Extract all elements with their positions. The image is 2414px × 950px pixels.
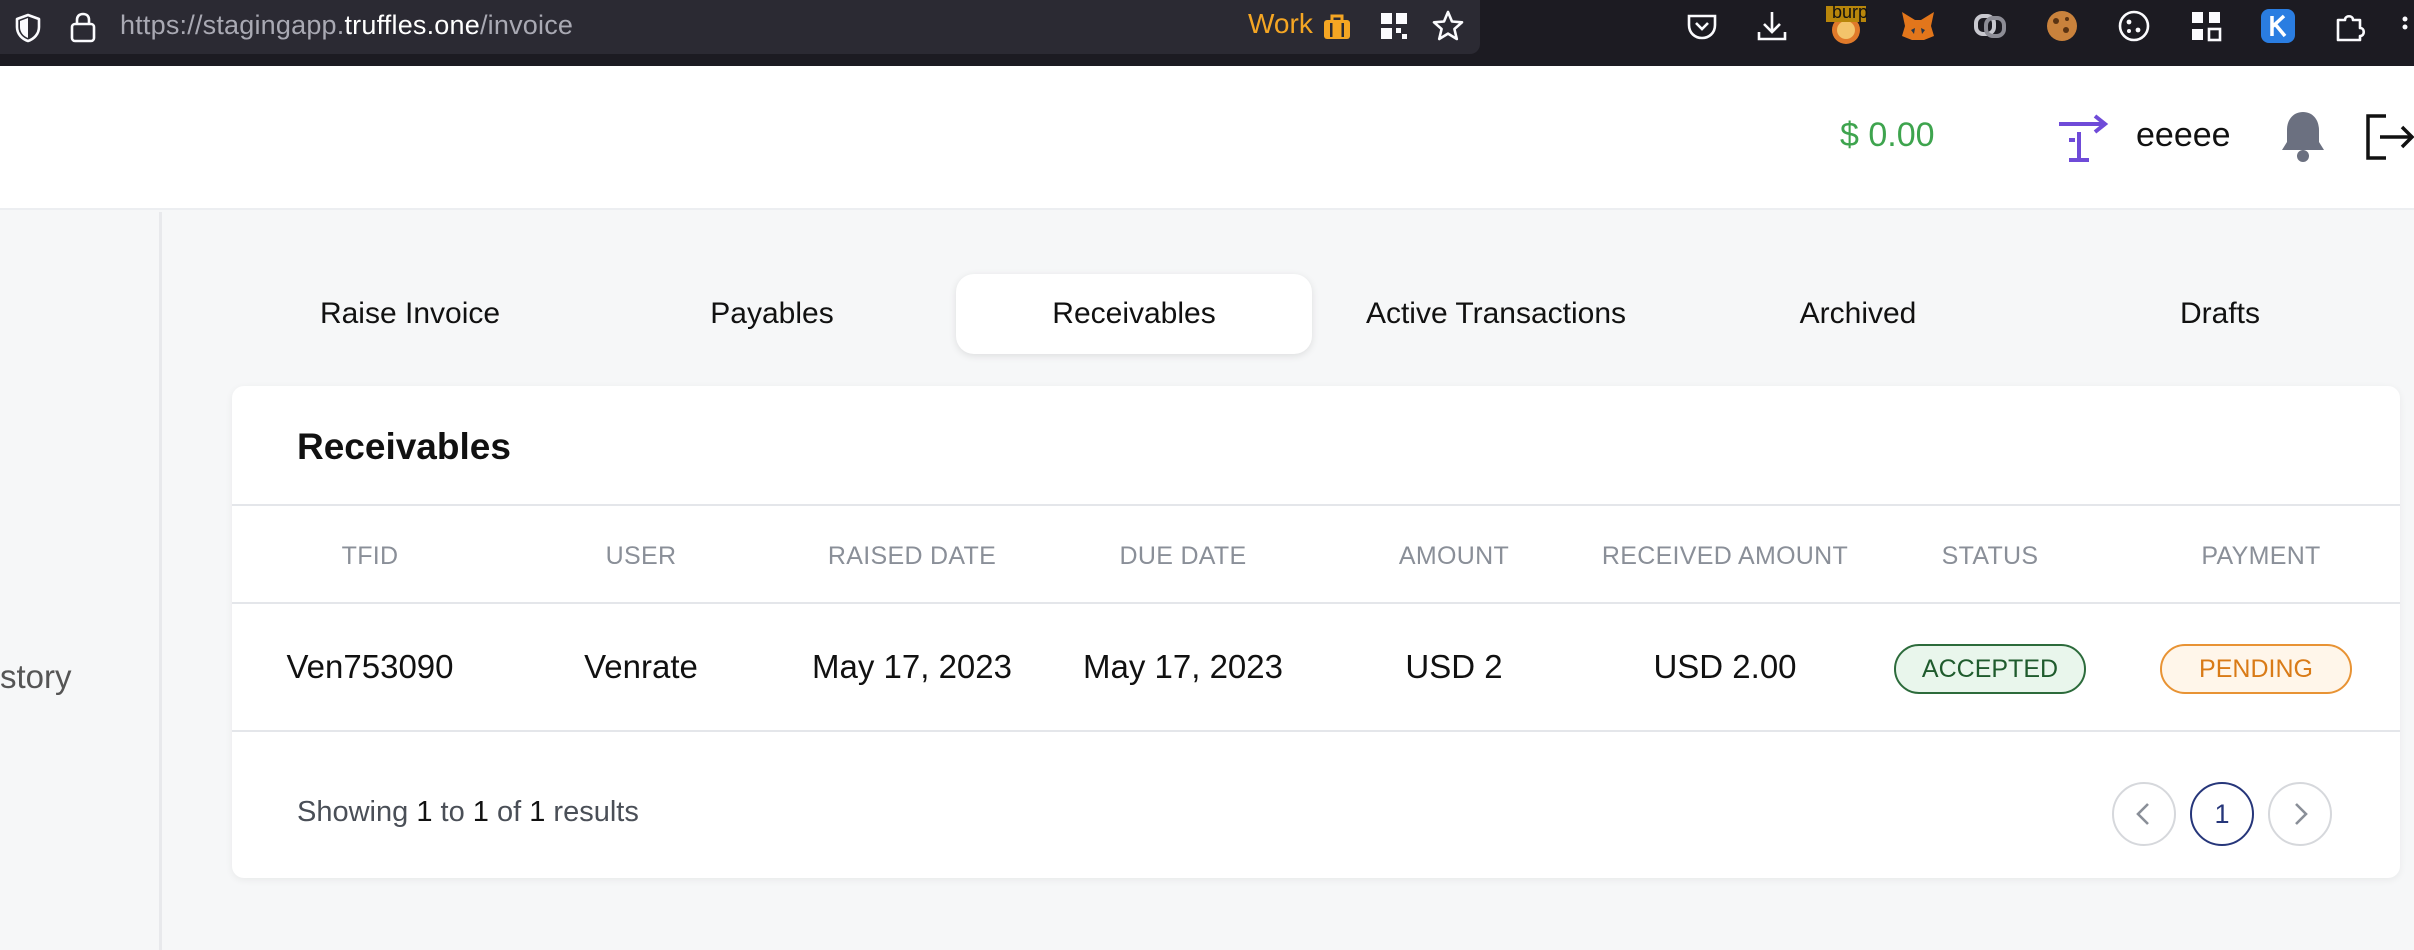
container-label[interactable]: Work xyxy=(1248,8,1313,40)
shield-icon[interactable] xyxy=(12,12,44,44)
cell-tfid: Ven753090 xyxy=(286,648,454,685)
url-path: /invoice xyxy=(479,10,574,40)
payment-status-badge: PENDING xyxy=(2160,644,2352,694)
column-header-received-amount: RECEIVED AMOUNT xyxy=(1601,542,1849,570)
column-header-user: USER xyxy=(605,542,677,570)
metamask-fox-icon[interactable] xyxy=(1898,6,1938,46)
cell-received-amount: USD 2.00 xyxy=(1653,648,1797,685)
column-header-amount: AMOUNT xyxy=(1398,542,1510,570)
download-icon[interactable] xyxy=(1752,6,1792,46)
tab-drafts[interactable]: Drafts xyxy=(2042,274,2398,354)
tab-receivables[interactable]: Receivables xyxy=(956,274,1312,354)
divider xyxy=(232,504,2400,506)
next-page-button[interactable] xyxy=(2268,782,2332,846)
url-prefix: https://stagingapp. xyxy=(120,10,345,40)
tab-archived[interactable]: Archived xyxy=(1680,274,2036,354)
summary-of-word: of xyxy=(496,796,522,828)
results-summary: Showing 1 to 1 of 1 results xyxy=(297,796,639,829)
app-header: $ 0.00 eeeee xyxy=(0,66,2414,210)
cookie-icon[interactable] xyxy=(2042,6,2082,46)
divider xyxy=(232,602,2400,604)
tab-active-transactions[interactable]: Active Transactions xyxy=(1318,274,1674,354)
divider xyxy=(232,730,2400,732)
burp-extension-icon[interactable]: burp xyxy=(1826,2,1868,46)
tab-payables[interactable]: Payables xyxy=(594,274,950,354)
summary-prefix: Showing xyxy=(297,796,409,828)
column-header-raised-date: RAISED DATE xyxy=(827,542,997,570)
username[interactable]: eeeee xyxy=(2136,116,2231,155)
browser-toolbar: https://stagingapp.truffles.one/invoice … xyxy=(0,0,2414,66)
summary-total: 1 xyxy=(529,796,546,828)
summary-from: 1 xyxy=(416,796,433,828)
summary-suffix: results xyxy=(553,796,639,828)
logout-icon[interactable] xyxy=(2362,110,2414,164)
pocket-icon[interactable] xyxy=(1682,6,1722,46)
previous-page-button[interactable] xyxy=(2112,782,2176,846)
column-header-due-date: DUE DATE xyxy=(1119,542,1247,570)
url-text[interactable]: https://stagingapp.truffles.one/invoice xyxy=(120,10,573,41)
apps-grid-icon[interactable] xyxy=(2186,6,2226,46)
column-header-tfid: TFID xyxy=(341,542,399,570)
sidebar: story xyxy=(0,212,162,950)
briefcase-icon[interactable] xyxy=(1321,10,1353,42)
link-extension-icon[interactable] xyxy=(1970,6,2010,46)
page-number-button[interactable]: 1 xyxy=(2190,782,2254,846)
summary-to-word: to xyxy=(440,796,465,828)
extensions-puzzle-icon[interactable] xyxy=(2330,6,2370,46)
tab-raise-invoice[interactable]: Raise Invoice xyxy=(232,274,588,354)
transfer-icon[interactable] xyxy=(2055,110,2111,166)
qr-code-icon[interactable] xyxy=(1378,10,1410,42)
wallet-balance: $ 0.00 xyxy=(1840,116,1935,154)
card-title: Receivables xyxy=(297,426,511,467)
cell-raised-date: May 17, 2023 xyxy=(812,648,1012,685)
receivables-card: Receivables TFID USER RAISED DATE DUE DA… xyxy=(232,386,2400,878)
summary-to: 1 xyxy=(472,796,489,828)
k-extension-icon[interactable] xyxy=(2258,6,2298,46)
chevron-left-icon xyxy=(2136,803,2149,825)
notification-bell-icon[interactable] xyxy=(2278,108,2328,164)
burp-label: burp xyxy=(1832,2,1869,22)
sidebar-item-history[interactable]: story xyxy=(0,658,72,696)
status-badge: ACCEPTED xyxy=(1894,644,2086,694)
cell-user: Venrate xyxy=(584,648,698,685)
lock-icon[interactable] xyxy=(68,10,98,44)
cell-amount: USD 2 xyxy=(1405,648,1503,685)
cookie-outline-icon[interactable] xyxy=(2114,6,2154,46)
chevron-right-icon xyxy=(2295,803,2308,825)
overflow-menu-icon[interactable] xyxy=(2396,6,2414,46)
column-header-status: STATUS xyxy=(1941,542,2039,570)
address-bar[interactable]: https://stagingapp.truffles.one/invoice … xyxy=(0,0,1480,54)
url-domain: truffles.one xyxy=(344,10,480,40)
cell-due-date: May 17, 2023 xyxy=(1083,648,1283,685)
invoice-tabs: Raise Invoice Payables Receivables Activ… xyxy=(232,274,2408,354)
bookmark-star-icon[interactable] xyxy=(1430,8,1466,44)
column-header-payment: PAYMENT xyxy=(2201,542,2321,570)
